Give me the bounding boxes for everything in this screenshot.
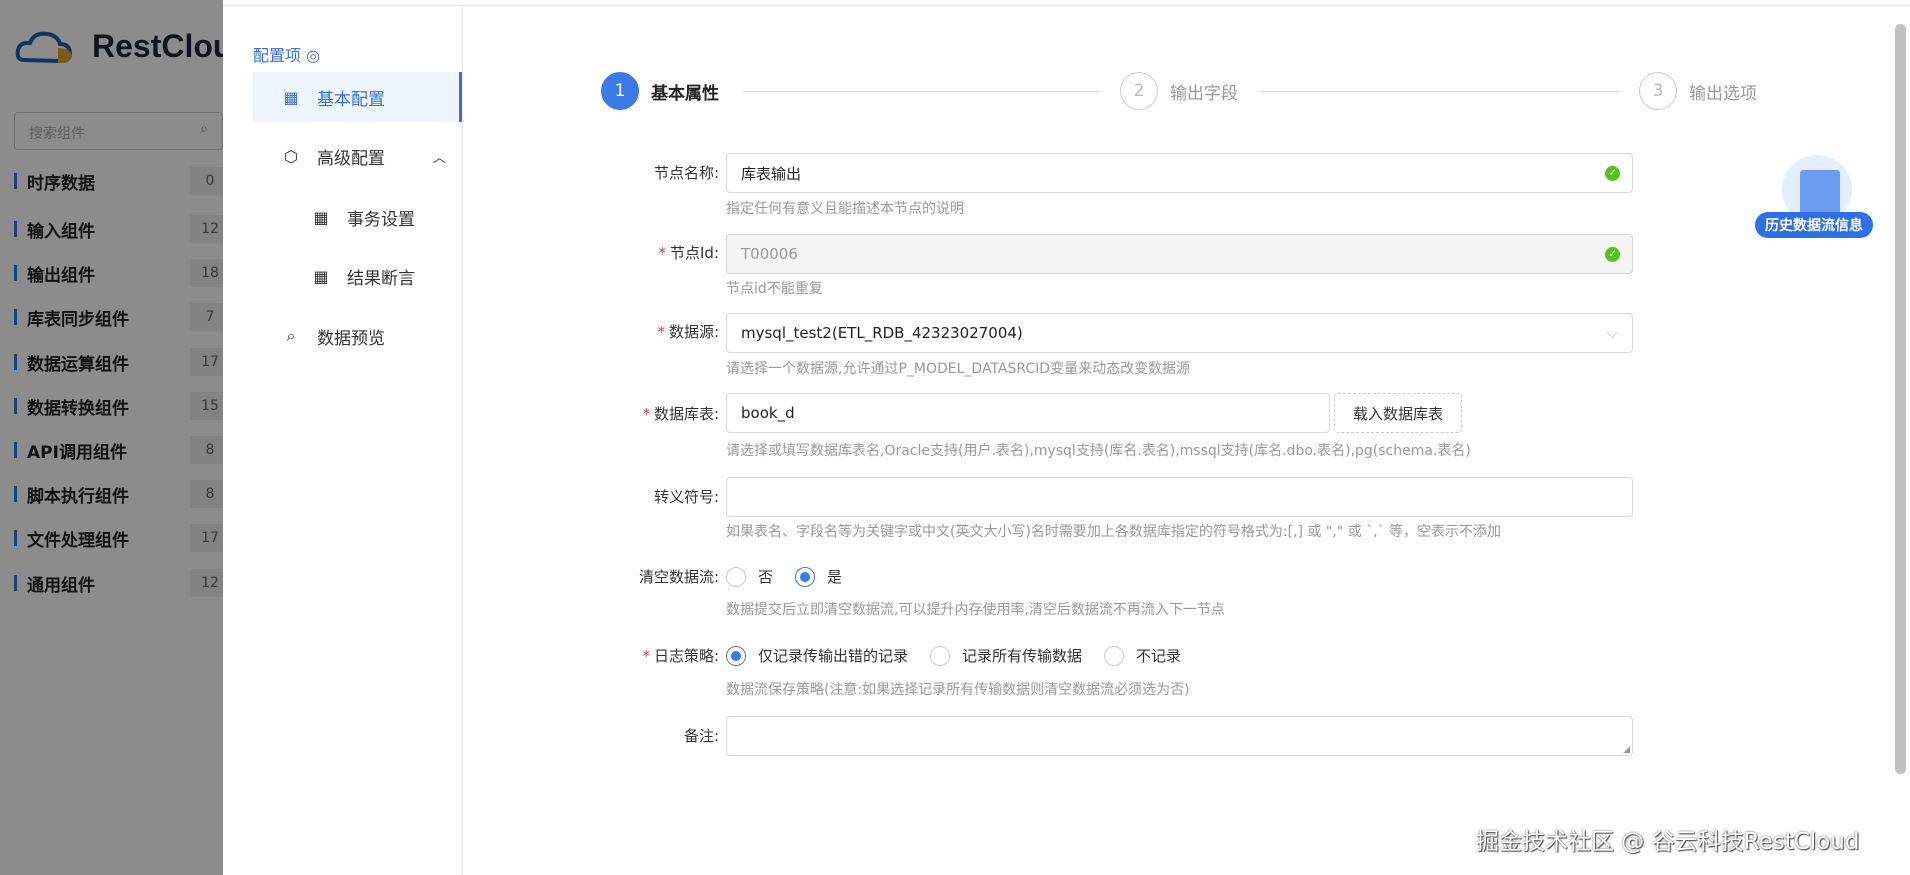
nav-label: 结果断言 [347,268,415,289]
radio-label: 是 [827,568,843,586]
remark-label: 备注: [683,727,719,745]
log-policy-hint: 数据流保存策略(注意:如果选择记录所有传输数据则清空数据流必须选为否) [726,682,1190,698]
clear-option-yes[interactable]: 是 [795,566,842,587]
input-value: 库表输出 [741,164,802,183]
nav-title: 配置项 ◎ [253,42,320,66]
step-label: 基本属性 [651,83,719,104]
node-id-hint: 节点id不能重复 [726,281,823,297]
nav-label: 数据预览 [317,328,385,349]
radio[interactable] [726,566,746,587]
nav-title-text: 配置项 [253,46,302,65]
label-text: 节点Id: [670,244,719,262]
grid-icon: ▦ [313,266,329,286]
table-hint: 请选择或填写数据库表名,Oracle支持(用户.表名),mysql支持(库名.表… [726,443,1471,459]
nav-item-preview[interactable]: ⌕ 数据预览 [253,311,462,361]
modal-overlay[interactable] [0,0,223,875]
chevron-down-icon: ⌵ [1606,324,1618,342]
input-value: T00006 [741,245,798,263]
log-option-errors[interactable]: 仅记录传输出错的记录 [726,645,908,666]
grid-icon: ▦ [313,207,329,227]
datasource-select[interactable]: mysql_test2(ETL_RDB_42323027004) ⌵ [726,313,1633,353]
watermark: 掘金技术社区 @ 谷云科技RestCloud [1476,829,1860,855]
nav-label: 基本配置 [317,89,385,110]
step-1[interactable]: 1 基本属性 [601,72,719,110]
escape-hint: 如果表名、字段名等为关键字或中文(英文大小写)名时需要加上各数据库指定的符号格式… [726,524,1502,540]
step-number: 3 [1639,72,1677,110]
step-number: 1 [601,72,639,110]
nav-item-advanced[interactable]: ⬡ 高级配置 ︿ [253,131,462,181]
clear-option-no[interactable]: 否 [726,566,773,587]
required-mark: * [642,405,650,423]
label-text: 日志策略: [653,647,719,665]
clear-stream-label: 清空数据流: [638,568,719,586]
preview-icon: ⌕ [286,326,296,345]
step-number: 2 [1120,72,1158,110]
table-input[interactable]: book_d [726,393,1330,433]
node-name-input[interactable]: 库表输出 ✓ [726,153,1633,193]
radio[interactable] [795,566,816,587]
nav-label: 事务设置 [347,209,415,230]
input-value: book_d [741,404,795,422]
required-mark: * [657,323,665,341]
clear-stream-radio-group: 否 是 [726,566,864,587]
log-option-all[interactable]: 记录所有传输数据 [930,645,1082,666]
radio-label: 不记录 [1136,647,1182,665]
settings-icon: ◎ [306,46,321,65]
resize-handle-icon[interactable]: ◢ [1623,745,1630,755]
step-divider [743,91,1100,92]
check-icon: ✓ [1605,166,1620,181]
table-label: * 数据库表: [519,404,719,424]
load-tables-button[interactable]: 载入数据库表 [1334,393,1462,433]
radio[interactable] [726,645,746,666]
label-text: 数据库表: [653,405,719,423]
node-id-label: * 节点Id: [519,243,720,263]
nav-label: 高级配置 [317,148,385,169]
escape-label: 转义符号: [653,488,719,506]
radio[interactable] [1104,645,1125,666]
clear-stream-hint: 数据提交后立即清空数据流,可以提升内存使用率,清空后数据流不再流入下一节点 [726,602,1225,618]
log-option-none[interactable]: 不记录 [1104,645,1181,666]
scrollbar[interactable] [1895,24,1906,774]
required-mark: * [658,244,667,262]
nav-item-assertion[interactable]: ▦ 结果断言 [253,251,462,301]
step-divider [1260,91,1620,92]
step-label: 输出选项 [1689,83,1757,104]
node-name-hint: 指定任何有意义且能描述本节点的说明 [726,201,964,217]
escape-input[interactable] [726,477,1633,517]
datasource-hint: 请选择一个数据源,允许通过P_MODEL_DATASRCID变量来动态改变数据源 [726,361,1191,377]
grid-icon: ▦ [283,87,299,107]
step-3[interactable]: 3 输出选项 [1639,72,1757,110]
select-value: mysql_test2(ETL_RDB_42323027004) [741,324,1023,342]
radio[interactable] [930,645,951,666]
document-icon [1800,170,1840,216]
required-mark: * [642,647,650,665]
nav-item-transaction[interactable]: ▦ 事务设置 [253,192,462,242]
label-text: 数据源: [668,323,719,341]
radio-label: 记录所有传输数据 [962,647,1083,665]
chevron-up-icon[interactable]: ︿ [433,147,446,166]
log-policy-label: * 日志策略: [519,646,719,666]
history-label[interactable]: 历史数据流信息 [1755,212,1873,238]
cube-icon: ⬡ [284,146,298,166]
step-2[interactable]: 2 输出字段 [1120,72,1238,110]
radio-label: 仅记录传输出错的记录 [758,647,909,665]
check-icon: ✓ [1605,247,1620,262]
datasource-label: * 数据源: [519,322,719,342]
log-policy-radio-group: 仅记录传输出错的记录 记录所有传输数据 不记录 [726,645,1203,666]
node-name-label: 节点名称: [653,164,719,182]
remark-textarea[interactable]: ◢ [726,716,1633,756]
node-id-input[interactable]: T00006 ✓ [726,234,1633,274]
step-label: 输出字段 [1170,83,1238,104]
nav-item-basic[interactable]: ▦ 基本配置 [253,72,462,122]
radio-label: 否 [758,568,774,586]
